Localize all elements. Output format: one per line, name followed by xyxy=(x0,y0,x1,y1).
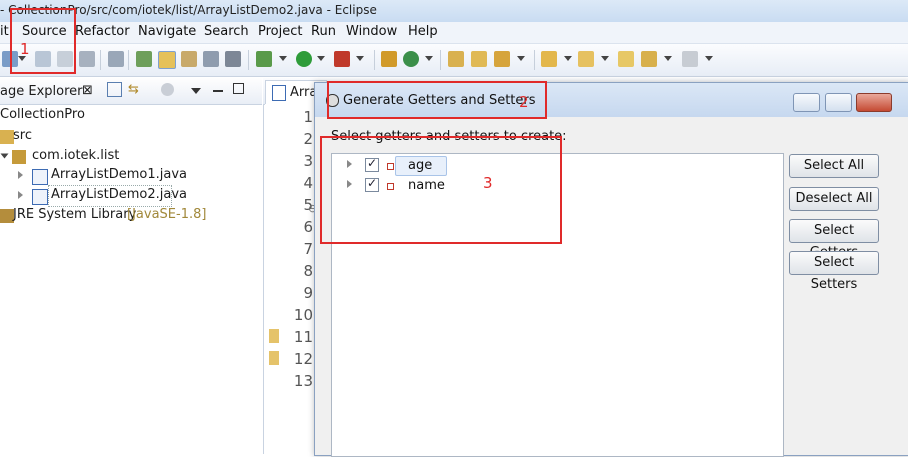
package-explorer-header: age Explorer ⊠ ⇆ xyxy=(0,78,262,105)
last-edit-icon[interactable] xyxy=(618,51,634,67)
package-icon xyxy=(12,150,26,164)
java-file-icon xyxy=(272,85,286,101)
new-package-icon[interactable] xyxy=(381,51,397,67)
line-number: 8 xyxy=(303,262,313,280)
next-annotation-dropdown-icon[interactable] xyxy=(564,56,572,61)
pencil-dropdown-icon[interactable] xyxy=(517,56,525,61)
expand-arrow-icon[interactable] xyxy=(0,153,9,159)
previous-annotation-icon[interactable] xyxy=(578,51,594,67)
link-editor-icon[interactable]: ⇆ xyxy=(128,82,139,97)
debug-dropdown-icon[interactable] xyxy=(279,56,287,61)
menu-help[interactable]: Help xyxy=(408,24,438,39)
toolbar-separator xyxy=(374,50,375,70)
tree-project-label: CollectionPro xyxy=(0,107,85,122)
next-annotation-icon[interactable] xyxy=(541,51,557,67)
line-number: 7 xyxy=(303,240,313,258)
menu-edit[interactable]: it xyxy=(0,24,9,39)
line-number: 13 xyxy=(293,372,313,390)
window-titlebar: - CollectionPro/src/com/iotek/list/Array… xyxy=(0,0,908,23)
select-all-button[interactable]: Select All xyxy=(789,154,879,178)
menu-window[interactable]: Window xyxy=(346,24,397,39)
toolbar-separator xyxy=(128,50,129,70)
toggle-block-icon[interactable] xyxy=(181,51,197,67)
menu-project[interactable]: Project xyxy=(258,24,302,39)
package-explorer-title[interactable]: age Explorer xyxy=(0,84,82,99)
java-file-icon xyxy=(32,169,48,185)
close-view-icon[interactable]: ⊠ xyxy=(82,83,93,98)
select-getters-button[interactable]: Select Getters xyxy=(789,219,879,260)
select-setters-button[interactable]: Select Setters xyxy=(789,251,879,292)
annotation-number-2: 2 xyxy=(519,93,529,111)
mark-occurrences-icon[interactable] xyxy=(158,51,176,69)
run-icon[interactable] xyxy=(296,51,312,67)
open-type-icon[interactable] xyxy=(136,51,152,67)
pencil-icon[interactable] xyxy=(494,51,510,67)
toolbar-separator xyxy=(100,50,101,70)
minimize-view-icon[interactable] xyxy=(213,90,223,92)
tree-package-label: com.iotek.list xyxy=(32,148,120,163)
line-number: 2 xyxy=(303,130,313,148)
close-window-icon[interactable] xyxy=(856,93,892,112)
line-number: 3 xyxy=(303,152,313,170)
line-number: 10 xyxy=(293,306,313,324)
new-class-icon[interactable] xyxy=(403,51,419,67)
debug-icon[interactable] xyxy=(256,51,272,67)
open-task-icon[interactable] xyxy=(471,51,487,67)
library-icon xyxy=(0,209,14,223)
external-tools-dropdown-icon[interactable] xyxy=(356,56,364,61)
view-menu-icon[interactable] xyxy=(191,88,201,94)
override-marker-icon[interactable] xyxy=(269,329,279,343)
tree-file-1-label: ArrayListDemo1.java xyxy=(51,167,188,182)
annotation-number-1: 1 xyxy=(20,40,30,58)
annotation-box-3 xyxy=(320,136,562,244)
line-number: 11 xyxy=(293,328,313,346)
menu-search[interactable]: Search xyxy=(204,24,249,39)
menu-refactor[interactable]: Refactor xyxy=(75,24,130,39)
line-number: 4 xyxy=(303,174,313,192)
menu-run[interactable]: Run xyxy=(311,24,336,39)
skip-breakpoints-icon[interactable] xyxy=(108,51,124,67)
expand-arrow-icon[interactable] xyxy=(18,171,23,179)
tree-jre-version: [JavaSE-1.8] xyxy=(127,207,207,222)
toolbar-separator xyxy=(440,50,441,70)
new-class-dropdown-icon[interactable] xyxy=(425,56,433,61)
line-number: 1 xyxy=(303,108,313,126)
back-dropdown-icon[interactable] xyxy=(664,56,672,61)
main-toolbar xyxy=(0,44,908,77)
tree-jre-label: JRE System Library xyxy=(13,207,137,222)
collapse-all-icon[interactable] xyxy=(107,82,122,97)
toolbar-separator xyxy=(248,50,249,70)
print-icon[interactable] xyxy=(79,51,95,67)
run-dropdown-icon[interactable] xyxy=(317,56,325,61)
override-marker-icon[interactable] xyxy=(269,351,279,365)
folder-icon xyxy=(0,130,14,144)
line-number: 6 xyxy=(303,218,313,236)
show-whitespace-icon[interactable] xyxy=(203,51,219,67)
annotation-number-3: 3 xyxy=(483,174,493,192)
forward-icon[interactable] xyxy=(682,51,698,67)
toolbar-separator xyxy=(534,50,535,70)
forward-dropdown-icon[interactable] xyxy=(705,56,713,61)
tree-src-label: src xyxy=(13,128,32,143)
back-icon[interactable] xyxy=(641,51,657,67)
expand-arrow-icon[interactable] xyxy=(18,191,23,199)
tree-file-2-label: ArrayListDemo2.java xyxy=(51,187,188,202)
editor-gutter: 1 2 3 4 5 6 7 8 9 10 11 12 13 ⊖ xyxy=(265,104,317,454)
menu-bar: it Source Refactor Navigate Search Proje… xyxy=(0,22,908,44)
maximize-window-icon[interactable] xyxy=(825,93,852,112)
line-number: 9 xyxy=(303,284,313,302)
focus-task-icon[interactable] xyxy=(161,83,174,96)
paragraph-icon[interactable] xyxy=(225,51,241,67)
previous-annotation-dropdown-icon[interactable] xyxy=(601,56,609,61)
external-tools-icon[interactable] xyxy=(334,51,350,67)
minimize-window-icon[interactable] xyxy=(793,93,820,112)
menu-navigate[interactable]: Navigate xyxy=(138,24,196,39)
open-folder-icon[interactable] xyxy=(448,51,464,67)
maximize-view-icon[interactable] xyxy=(233,83,244,94)
java-file-icon xyxy=(32,189,48,205)
deselect-all-button[interactable]: Deselect All xyxy=(789,187,879,211)
annotation-box-2 xyxy=(327,81,547,119)
line-number: 12 xyxy=(293,350,313,368)
